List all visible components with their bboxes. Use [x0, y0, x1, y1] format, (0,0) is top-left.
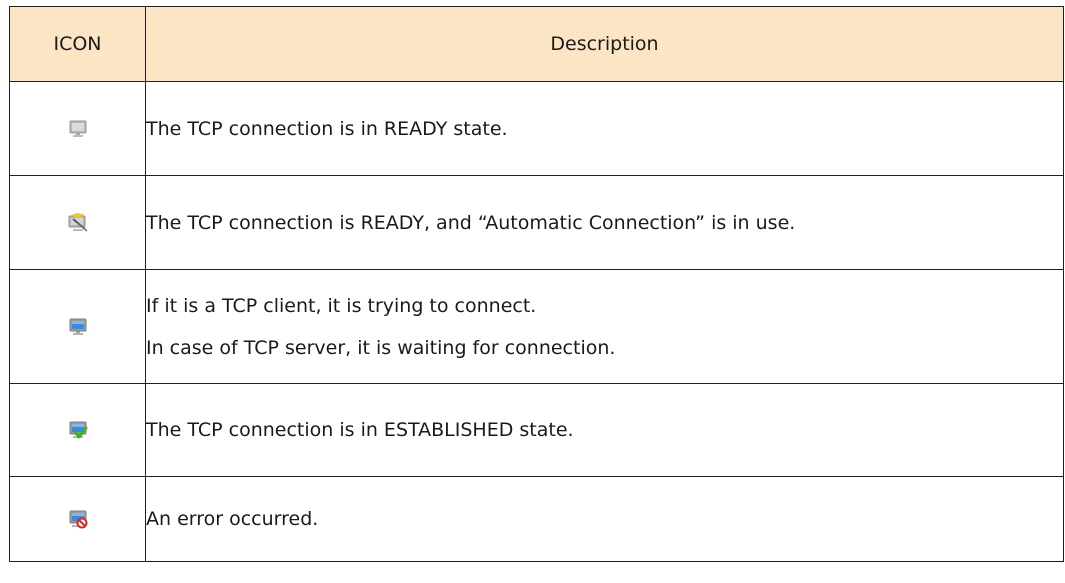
monitor-gray-icon: [69, 120, 86, 137]
description-text: The TCP connection is in ESTABLISHED sta…: [146, 419, 574, 441]
icon-cell: [9, 269, 146, 384]
monitor-error-icon: [69, 510, 87, 529]
icon-cell: [9, 81, 146, 176]
header-description: Description: [145, 6, 1064, 82]
monitor-check-icon: [69, 421, 87, 439]
description-cell: The TCP connection is in ESTABLISHED sta…: [145, 383, 1064, 477]
table-row: The TCP connection is in ESTABLISHED sta…: [9, 383, 1064, 477]
description-text: The TCP connection is in READY state.: [146, 117, 508, 140]
monitor-auto-connect-icon: [68, 212, 87, 232]
table-header-row: ICON Description: [9, 6, 1064, 82]
table-row: The TCP connection is in READY state.: [9, 81, 1064, 176]
table-row: An error occurred.: [9, 476, 1064, 562]
description-cell: An error occurred.: [145, 476, 1064, 562]
description-cell: The TCP connection is in READY state.: [145, 81, 1064, 176]
monitor-blue-icon: [69, 318, 86, 335]
description-text: The TCP connection is READY, and “Automa…: [146, 211, 796, 234]
header-icon: ICON: [9, 6, 146, 82]
table-row: The TCP connection is READY, and “Automa…: [9, 175, 1064, 270]
table-row: If it is a TCP client, it is trying to c…: [9, 269, 1064, 384]
icon-cell: [9, 476, 146, 562]
description-text: In case of TCP server, it is waiting for…: [146, 336, 616, 359]
icon-cell: [9, 175, 146, 270]
description-text: An error occurred.: [146, 508, 319, 530]
description-cell: The TCP connection is READY, and “Automa…: [145, 175, 1064, 270]
description-cell: If it is a TCP client, it is trying to c…: [145, 269, 1064, 384]
icon-description-table: ICON Description The TCP connection is i…: [9, 6, 1064, 562]
description-text: If it is a TCP client, it is trying to c…: [146, 294, 537, 317]
page: ICON Description The TCP connection is i…: [0, 0, 1065, 583]
icon-cell: [9, 383, 146, 477]
